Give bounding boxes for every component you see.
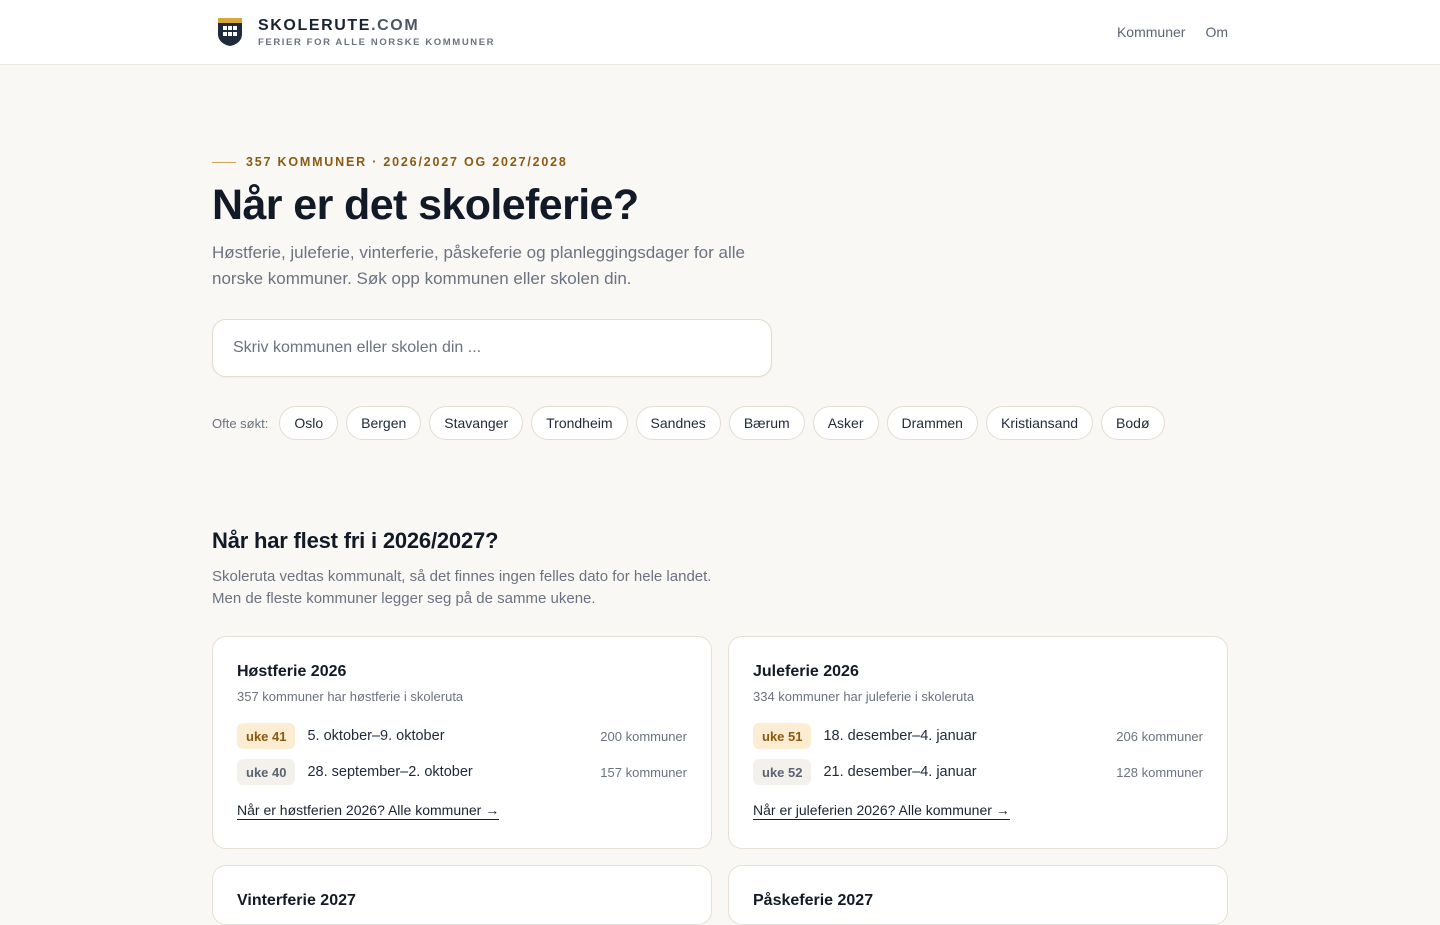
period-dates: 21. desember–4. januar xyxy=(823,764,977,780)
section-desc-line-2: Men de fleste kommuner legger seg på de … xyxy=(212,590,596,607)
period-list: uke 51 18. desember–4. januar 206 kommun… xyxy=(753,718,1203,790)
period-row: uke 51 18. desember–4. januar 206 kommun… xyxy=(753,718,1203,754)
period-count: 206 kommuner xyxy=(1116,728,1203,744)
holiday-card-juleferie: Juleferie 2026 334 kommuner har juleferi… xyxy=(728,636,1228,849)
popular-chip[interactable]: Bodø xyxy=(1101,406,1165,440)
popular-chip[interactable]: Asker xyxy=(812,406,879,440)
brand-name-main: SKOLERUTE xyxy=(258,16,372,34)
popular-chip[interactable]: Bærum xyxy=(728,406,805,440)
popular-label: Ofte søkt: xyxy=(212,415,269,431)
popular-chip[interactable]: Bergen xyxy=(346,406,422,440)
holiday-card-hostferie: Høstferie 2026 357 kommuner har høstferi… xyxy=(212,636,712,849)
period-dates: 28. september–2. oktober xyxy=(307,764,473,780)
holiday-card-paskeferie: Påskeferie 2027 xyxy=(728,865,1228,925)
brand-tagline: FERIER FOR ALLE NORSKE KOMMUNER xyxy=(258,36,496,48)
period-dates: 18. desember–4. januar xyxy=(823,728,977,744)
week-badge: uke 40 xyxy=(237,759,296,785)
popular-chip[interactable]: Trondheim xyxy=(531,406,628,440)
brand-link[interactable]: SKOLERUTE.COM FERIER FOR ALLE NORSKE KOM… xyxy=(212,14,495,50)
card-subtitle: 357 kommuner har høstferie i skoleruta xyxy=(237,689,464,704)
week-badge: uke 51 xyxy=(753,723,812,749)
brand-domain: .COM xyxy=(371,16,420,34)
search-box xyxy=(212,319,772,377)
nav-om[interactable]: Om xyxy=(1205,24,1228,40)
hero-eyebrow: 357 KOMMUNER · 2026/2027 OG 2027/2028 xyxy=(212,155,1228,169)
card-subtitle: 334 kommuner har juleferie i skoleruta xyxy=(753,689,975,704)
main-nav: Kommuner Om xyxy=(1117,24,1228,40)
period-list: uke 41 5. oktober–9. oktober 200 kommune… xyxy=(237,718,687,790)
site-header: SKOLERUTE.COM FERIER FOR ALLE NORSKE KOM… xyxy=(0,0,1440,65)
hero-subtitle: Høstferie, juleferie, vinterferie, påske… xyxy=(212,243,745,288)
brand-text: SKOLERUTE.COM FERIER FOR ALLE NORSKE KOM… xyxy=(258,17,495,48)
eyebrow-text: 357 KOMMUNER · 2026/2027 OG 2027/2028 xyxy=(246,155,568,169)
popular-chip[interactable]: Sandnes xyxy=(635,406,721,440)
card-title: Vinterferie 2027 xyxy=(237,892,356,909)
eyebrow-line xyxy=(212,161,236,163)
brand-name: SKOLERUTE.COM xyxy=(258,17,495,35)
school-shield-icon xyxy=(212,14,248,50)
period-row: uke 41 5. oktober–9. oktober 200 kommune… xyxy=(237,718,687,754)
holiday-card-vinterferie: Vinterferie 2027 xyxy=(212,865,712,925)
section-title: Når har flest fri i 2026/2027? xyxy=(212,528,499,553)
holiday-cards: Høstferie 2026 357 kommuner har høstferi… xyxy=(212,636,1228,925)
section-description: Skoleruta vedtas kommunalt, så det finne… xyxy=(212,566,1228,610)
hero: 357 KOMMUNER · 2026/2027 OG 2027/2028 Nå… xyxy=(212,155,1228,440)
period-count: 157 kommuner xyxy=(600,764,687,780)
popular-searches: Ofte søkt: Oslo Bergen Stavanger Trondhe… xyxy=(212,406,1228,440)
card-link-hostferie[interactable]: Når er høstferien 2026? Alle kommuner → xyxy=(237,802,500,820)
section-desc-line-1: Skoleruta vedtas kommunalt, så det finne… xyxy=(212,568,712,585)
period-row: uke 40 28. september–2. oktober 157 komm… xyxy=(237,754,687,790)
holiday-overview: Når har flest fri i 2026/2027? Skoleruta… xyxy=(212,528,1228,925)
week-badge: uke 41 xyxy=(237,723,296,749)
page-title: Når er det skoleferie? xyxy=(212,181,639,229)
card-link-juleferie[interactable]: Når er juleferien 2026? Alle kommuner → xyxy=(753,802,1010,820)
header-inner: SKOLERUTE.COM FERIER FOR ALLE NORSKE KOM… xyxy=(212,0,1228,64)
popular-chip[interactable]: Kristiansand xyxy=(985,406,1094,440)
week-badge: uke 52 xyxy=(753,759,812,785)
card-title: Påskeferie 2027 xyxy=(753,892,874,909)
card-title: Høstferie 2026 xyxy=(237,663,347,680)
popular-chip[interactable]: Oslo xyxy=(279,406,339,440)
period-dates: 5. oktober–9. oktober xyxy=(307,728,445,744)
nav-kommuner[interactable]: Kommuner xyxy=(1117,24,1185,40)
popular-chip[interactable]: Drammen xyxy=(886,406,978,440)
popular-chip[interactable]: Stavanger xyxy=(429,406,524,440)
period-row: uke 52 21. desember–4. januar 128 kommun… xyxy=(753,754,1203,790)
period-count: 200 kommuner xyxy=(600,728,687,744)
period-count: 128 kommuner xyxy=(1116,764,1203,780)
card-title: Juleferie 2026 xyxy=(753,663,859,680)
search-input[interactable] xyxy=(233,339,751,357)
